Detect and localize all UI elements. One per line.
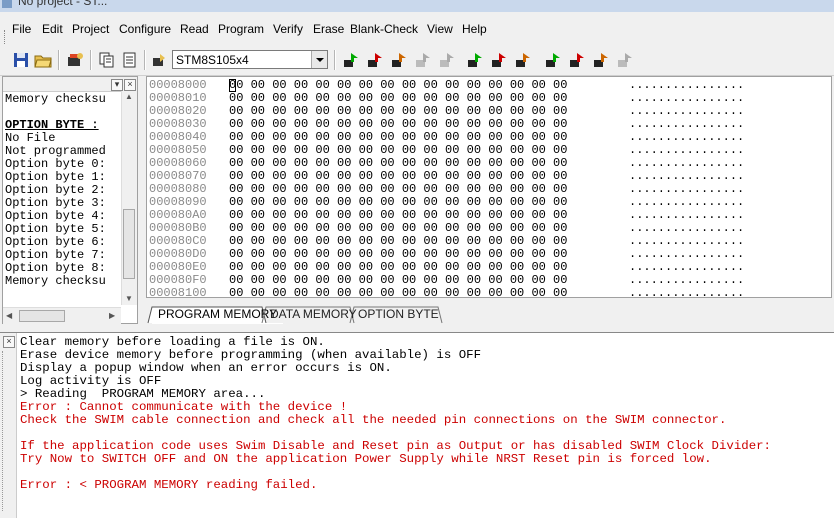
close-icon[interactable]: × [3, 336, 15, 348]
verify-option-icon[interactable] [592, 51, 610, 69]
toolbar-separator [90, 50, 92, 70]
device-select-icon[interactable] [150, 51, 168, 69]
info-line: Memory checksu [5, 93, 106, 106]
info-lines: Memory checksu OPTION BYTE : No File Not pr… [5, 93, 117, 288]
memory-tabs: PROGRAM MEMORY DATA MEMORY OPTION BYTE [146, 305, 832, 325]
info-line: Option byte 6: [5, 236, 106, 249]
menu-blank-check[interactable]: Blank-Check [350, 22, 418, 36]
tab-data-memory[interactable]: DATA MEMORY [264, 305, 363, 323]
info-line: Memory checksu [5, 275, 106, 288]
device-select[interactable]: STM8S105x4 [172, 50, 328, 69]
scroll-down-icon[interactable]: ▼ [125, 294, 133, 303]
scroll-right-icon[interactable]: ▶ [109, 311, 115, 320]
toolbar-separator [334, 50, 336, 70]
programmer-icon[interactable] [66, 51, 84, 69]
read-disabled-icon[interactable] [414, 51, 432, 69]
device-select-value: STM8S105x4 [176, 53, 249, 67]
verify-disabled-icon[interactable] [616, 51, 634, 69]
info-line: Not programmed [5, 145, 106, 158]
window-title: No project - ST... [18, 0, 108, 8]
menu-configure[interactable]: Configure [119, 22, 171, 36]
info-line: Option byte 0: [5, 158, 106, 171]
menu-verify[interactable]: Verify [273, 22, 303, 36]
menu-view[interactable]: View [427, 22, 453, 36]
menu-project[interactable]: Project [72, 22, 109, 36]
edit-cursor [229, 79, 236, 92]
save-icon[interactable] [12, 51, 30, 69]
log-error-line: Try Now to SWITCH OFF and ON the applica… [20, 452, 712, 466]
paste-icon[interactable] [120, 51, 138, 69]
program-option-icon[interactable] [514, 51, 532, 69]
program-all-icon[interactable] [466, 51, 484, 69]
info-panel: ▾ × Memory checksu OPTION BYTE : No File No… [2, 76, 138, 324]
app-icon [2, 0, 12, 8]
info-panel-header: ▾ × [3, 77, 137, 92]
hex-bytes[interactable]: 00 00 00 00 00 00 00 00 00 00 00 00 00 0… [229, 287, 567, 298]
copy-icon[interactable] [98, 51, 116, 69]
log-error-line: Error : < PROGRAM MEMORY reading failed. [20, 478, 318, 492]
menu-help[interactable]: Help [462, 22, 487, 36]
tab-option-byte[interactable]: OPTION BYTE [352, 305, 445, 323]
info-line: No File [5, 132, 56, 145]
log-error-line: Check the SWIM cable connection and chec… [20, 413, 727, 427]
title-bar: No project - ST... [0, 0, 834, 12]
hex-address: 00008100 [149, 286, 207, 298]
info-line: Option byte 4: [5, 210, 106, 223]
log-grip [2, 351, 13, 511]
horizontal-scrollbar[interactable]: ◀ ▶ [3, 307, 121, 324]
program-current-icon[interactable] [490, 51, 508, 69]
read-disabled-2-icon[interactable] [438, 51, 456, 69]
read-current-icon[interactable] [366, 51, 384, 69]
menu-erase[interactable]: Erase [313, 22, 344, 36]
read-option-icon[interactable] [390, 51, 408, 69]
info-line: Option byte 1: [5, 171, 106, 184]
close-icon[interactable]: × [124, 79, 136, 91]
menu-program[interactable]: Program [218, 22, 264, 36]
chevron-down-icon[interactable] [311, 51, 327, 68]
verify-current-icon[interactable] [568, 51, 586, 69]
menu-edit[interactable]: Edit [42, 22, 63, 36]
info-line: Option byte 7: [5, 249, 106, 262]
open-folder-icon[interactable] [34, 51, 52, 69]
panel-menu-icon[interactable]: ▾ [111, 79, 123, 91]
info-line [5, 106, 117, 119]
log-lines: Clear memory before loading a file is ON… [20, 336, 832, 492]
toolbar-separator [58, 50, 60, 70]
read-all-icon[interactable] [342, 51, 360, 69]
scroll-up-icon[interactable]: ▲ [125, 92, 133, 101]
scroll-thumb[interactable] [123, 209, 135, 279]
info-line: OPTION BYTE : [5, 119, 99, 132]
toolbar: STM8S105x4 [0, 45, 834, 76]
hex-ascii: ................ [629, 286, 745, 298]
menu-file[interactable]: File [12, 22, 31, 36]
menu-bar: File Edit Project Configure Read Program Verif… [0, 12, 834, 52]
toolbar-separator [144, 50, 146, 70]
scroll-left-icon[interactable]: ◀ [6, 311, 12, 320]
menu-read[interactable]: Read [180, 22, 209, 36]
log-side-bar: × [0, 333, 17, 518]
scroll-thumb[interactable] [19, 310, 65, 322]
verify-all-icon[interactable] [544, 51, 562, 69]
info-line: Option byte 5: [5, 223, 106, 236]
memory-hex-view[interactable]: 00008000 00 00 00 00 00 00 00 00 00 00 00… [146, 76, 832, 298]
info-line: Option byte 2: [5, 184, 106, 197]
log-panel: × Clear memory before loading a file is … [0, 332, 834, 518]
vertical-scrollbar[interactable]: ▲ ▼ [121, 91, 137, 305]
info-line: Option byte 8: [5, 262, 106, 275]
info-line: Option byte 3: [5, 197, 106, 210]
